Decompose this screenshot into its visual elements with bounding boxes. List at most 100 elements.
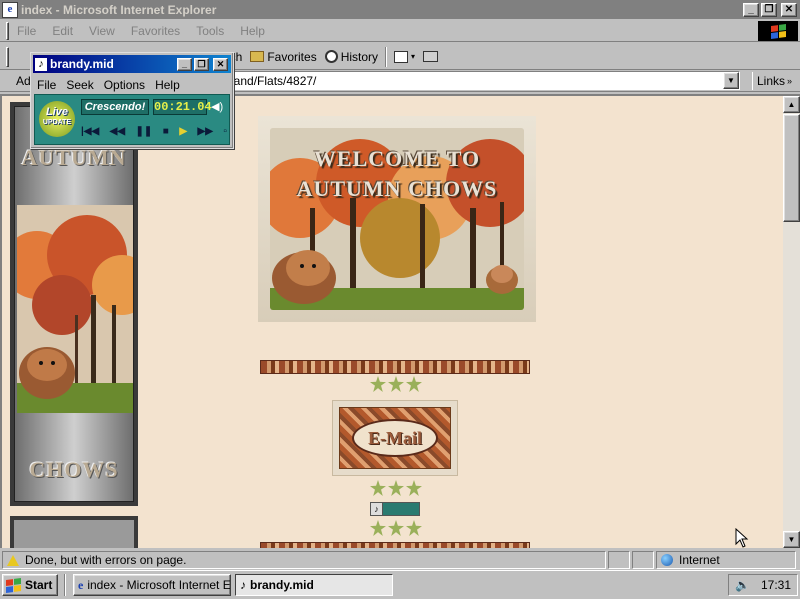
volume-icon[interactable]: ◀) [211, 100, 227, 114]
star-icon [388, 376, 404, 392]
sidebar-autumn-photo [17, 205, 133, 413]
history-button[interactable]: History [321, 46, 382, 68]
play-icon[interactable]: ▶ [179, 126, 187, 137]
menu-bar: File Edit View Favorites Tools Help [0, 20, 800, 42]
favorites-button[interactable]: Favorites [246, 46, 320, 68]
welcome-banner: WELCOME TO AUTUMN CHOWS [258, 116, 536, 322]
player-menu-file[interactable]: File [37, 78, 56, 92]
close-button[interactable]: ✕ [781, 2, 797, 17]
menu-help[interactable]: Help [240, 24, 265, 38]
banner-image: WELCOME TO AUTUMN CHOWS [270, 128, 524, 310]
vertical-scrollbar[interactable]: ▲ ▼ [783, 96, 800, 548]
scroll-up-button[interactable]: ▲ [783, 96, 800, 113]
player-minimize-button[interactable]: _ [177, 57, 192, 71]
toolbar-grip[interactable] [6, 46, 9, 67]
taskbar-player-label: brandy.mid [250, 578, 314, 592]
midi-player-window[interactable]: ♪ brandy.mid _ ❐ ✕ File Seek Options Hel… [30, 52, 234, 149]
sidebar-chows-title: CHOWS [29, 457, 119, 482]
mail-icon [394, 50, 409, 63]
banner-title-line2: AUTUMN CHOWS [296, 176, 498, 201]
address-url: land/Flats/4827/ [231, 73, 317, 88]
stop-icon[interactable]: ■ [163, 126, 169, 137]
sidebar-panel: AUTUMN CHOWS [14, 106, 134, 502]
star-icon [406, 520, 422, 536]
player-close-button[interactable]: ✕ [213, 57, 228, 71]
live-update-logo[interactable]: Live UPDATE [39, 101, 75, 137]
security-zone-panel: Internet [656, 551, 796, 569]
taskbar-ie-window[interactable]: e index - Microsoft Internet E... [73, 574, 231, 596]
print-button[interactable] [419, 46, 445, 68]
star-icon [370, 520, 386, 536]
logo-line1: Live [45, 106, 68, 118]
email-frame: E-Mail [339, 407, 451, 469]
zone-label: Internet [679, 553, 720, 567]
clock[interactable]: 17:31 [761, 578, 791, 592]
toolbar-separator [385, 46, 388, 67]
player-body: Live UPDATE Crescendo! 00:21.04 ◀) |◀◀ ◀… [34, 94, 230, 145]
email-label: E-Mail [352, 419, 438, 457]
chevron-right-icon: » [787, 76, 793, 86]
autumn-divider-bar [260, 542, 530, 548]
music-note-icon: ♪ [35, 57, 47, 71]
autumn-divider-bar [260, 360, 530, 374]
system-tray: 🔈 17:31 [728, 574, 798, 596]
player-menu-bar: File Seek Options Help [31, 75, 233, 94]
taskbar-player-window[interactable]: ♪ brandy.mid [235, 574, 393, 596]
scroll-down-button[interactable]: ▼ [783, 531, 800, 548]
address-dropdown-button[interactable]: ▼ [723, 72, 739, 89]
volume-icon[interactable]: 🔈 [735, 578, 750, 592]
menu-file[interactable]: File [17, 24, 36, 38]
windows-logo-icon [758, 21, 798, 41]
menu-edit[interactable]: Edit [52, 24, 73, 38]
time-display: 00:21.04 [153, 99, 212, 115]
skip-back-icon[interactable]: |◀◀ [81, 126, 99, 137]
address-label: Ad [16, 73, 31, 88]
history-clock-icon [324, 50, 338, 63]
player-menu-options[interactable]: Options [104, 78, 145, 92]
email-link[interactable]: E-Mail [332, 400, 458, 476]
rewind-icon[interactable]: ◀◀ [110, 126, 125, 137]
scroll-thumb[interactable] [783, 114, 800, 222]
player-maximize-button[interactable]: ❐ [194, 57, 209, 71]
printer-icon [423, 51, 439, 62]
page-viewport[interactable]: AUTUMN CHOWS WELCOME TO AUTUMN CHOWS E-M… [0, 94, 800, 548]
menu-view[interactable]: View [89, 24, 115, 38]
menu-tools[interactable]: Tools [196, 24, 224, 38]
player-title: brandy.mid [50, 57, 114, 71]
maximize-button[interactable]: ❐ [761, 2, 777, 17]
taskbar-separator [64, 574, 66, 596]
player-menu-seek[interactable]: Seek [66, 78, 93, 92]
ie-title-bar[interactable]: e index - Microsoft Internet Explorer _ … [0, 0, 800, 19]
status-progress-panel [608, 551, 630, 569]
star-icon [370, 376, 386, 392]
pause-icon[interactable]: ❚❚ [136, 126, 153, 137]
menubar-grip[interactable] [6, 21, 9, 40]
ie-icon: e [78, 577, 84, 592]
minimize-button[interactable]: _ [743, 2, 759, 17]
status-message-panel: Done, but with errors on page. [2, 551, 606, 569]
midi-embed-control[interactable]: ♪ [370, 502, 420, 516]
player-title-bar[interactable]: ♪ brandy.mid _ ❐ ✕ [33, 55, 231, 73]
star-icon [388, 480, 404, 496]
mail-button[interactable]: ▾ [390, 46, 419, 68]
favorites-folder-icon [250, 51, 265, 62]
eject-icon[interactable]: ▫ [223, 126, 227, 137]
sidebar-frame: AUTUMN CHOWS [10, 102, 138, 506]
star-divider [370, 520, 422, 538]
links-button[interactable]: Links » [752, 72, 792, 90]
window-title: index - Microsoft Internet Explorer [21, 2, 217, 17]
taskbar-ie-label: index - Microsoft Internet E... [87, 578, 231, 592]
status-text: Done, but with errors on page. [25, 553, 187, 567]
warning-icon[interactable] [7, 554, 19, 566]
status-lock-panel [632, 551, 654, 569]
favorites-label: Favorites [267, 49, 317, 64]
chevron-down-icon: ▾ [411, 52, 416, 61]
music-note-icon: ♪ [240, 578, 246, 592]
status-bar: Done, but with errors on page. Internet [0, 550, 800, 570]
star-icon [388, 520, 404, 536]
player-menu-help[interactable]: Help [155, 78, 180, 92]
mouse-cursor-icon [735, 528, 749, 548]
menu-favorites[interactable]: Favorites [131, 24, 180, 38]
start-button[interactable]: Start [2, 574, 58, 596]
fast-forward-icon[interactable]: ▶▶ [198, 126, 213, 137]
